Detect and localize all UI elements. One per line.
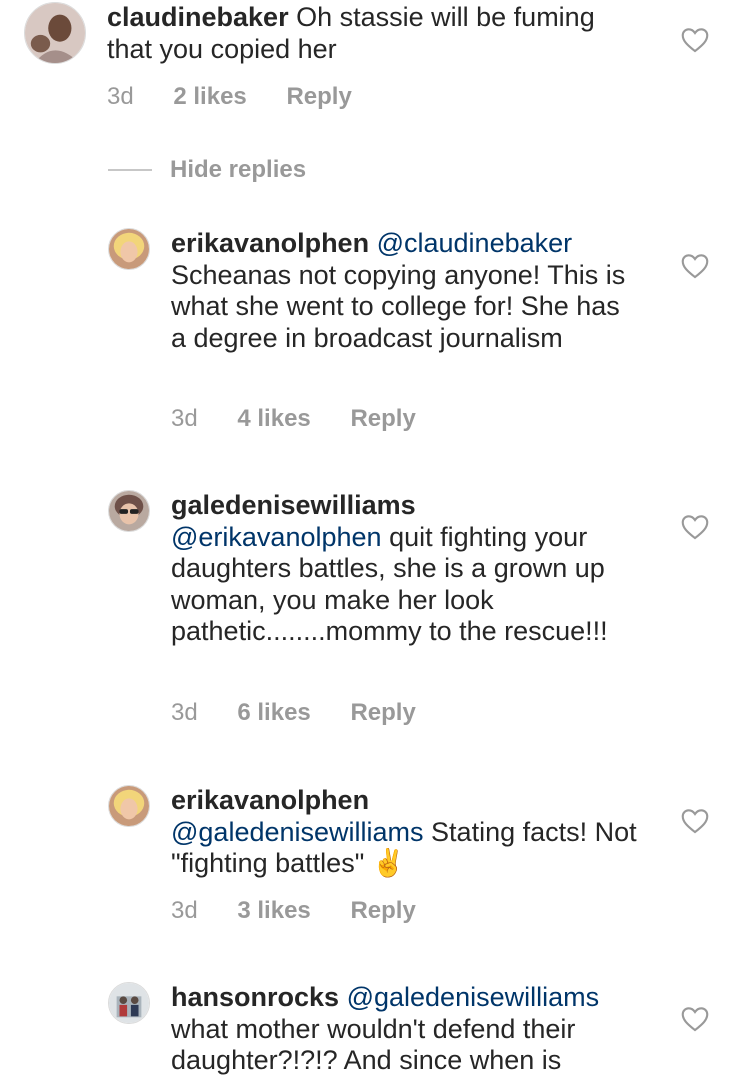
heart-outline-icon[interactable] — [681, 1006, 709, 1032]
comment-meta: 3d 3 likes Reply — [171, 897, 416, 925]
comment-mention[interactable]: @erikavanolphen — [171, 522, 382, 552]
comment-username[interactable]: erikavanolphen — [171, 228, 369, 258]
comment-text: claudinebaker Oh stassie will be fuming … — [107, 2, 647, 65]
victory-hand-emoji: ✌ — [371, 848, 406, 878]
reply-button[interactable]: Reply — [286, 83, 351, 111]
avatar[interactable] — [108, 228, 150, 270]
comment-username[interactable]: erikavanolphen — [171, 785, 369, 815]
comment-text: erikavanolphen @galedenisewilliams Stati… — [171, 785, 641, 880]
comment-text: hansonrocks @galedenisewilliams what mot… — [171, 982, 641, 1077]
comment-likes[interactable]: 6 likes — [237, 699, 310, 727]
comment-meta: 3d 6 likes Reply — [171, 699, 416, 727]
comment-likes[interactable]: 3 likes — [237, 897, 310, 925]
divider — [108, 169, 152, 171]
heart-outline-icon[interactable] — [681, 253, 709, 279]
comment-time: 3d — [171, 897, 198, 924]
comment-time: 3d — [171, 699, 198, 726]
comment-username[interactable]: claudinebaker — [107, 2, 289, 32]
comment-likes[interactable]: 2 likes — [173, 83, 246, 111]
comment-meta: 3d 2 likes Reply — [107, 83, 352, 111]
comment-mention[interactable]: @claudinebaker — [377, 228, 573, 258]
comment-meta: 3d 4 likes Reply — [171, 405, 416, 433]
reply-button[interactable]: Reply — [350, 897, 415, 925]
avatar[interactable] — [108, 490, 150, 532]
reply-button[interactable]: Reply — [350, 405, 415, 433]
comment-body: what mother wouldn't defend their daught… — [171, 1013, 576, 1076]
comment-mention[interactable]: @galedenisewilliams — [171, 817, 424, 847]
comment-body: Scheanas not copying anyone! This is wha… — [171, 259, 626, 353]
comment-username[interactable]: galedenisewilliams — [171, 490, 416, 520]
hide-replies-button[interactable]: Hide replies — [170, 156, 306, 184]
comment-mention[interactable]: @galedenisewilliams — [347, 982, 600, 1012]
comment-time: 3d — [107, 83, 134, 110]
avatar[interactable] — [24, 2, 86, 64]
comment-username[interactable]: hansonrocks — [171, 982, 339, 1012]
hide-replies-row[interactable]: Hide replies — [108, 152, 306, 188]
comment-time: 3d — [171, 405, 198, 432]
reply-button[interactable]: Reply — [350, 699, 415, 727]
avatar[interactable] — [108, 785, 150, 827]
comment-likes[interactable]: 4 likes — [237, 405, 310, 433]
heart-outline-icon[interactable] — [681, 808, 709, 834]
comment-text: galedenisewilliams @erikavanolphen quit … — [171, 490, 641, 648]
avatar[interactable] — [108, 982, 150, 1024]
comment-text: erikavanolphen @claudinebaker Scheanas n… — [171, 228, 641, 354]
heart-outline-icon[interactable] — [681, 514, 709, 540]
heart-outline-icon[interactable] — [681, 27, 709, 53]
